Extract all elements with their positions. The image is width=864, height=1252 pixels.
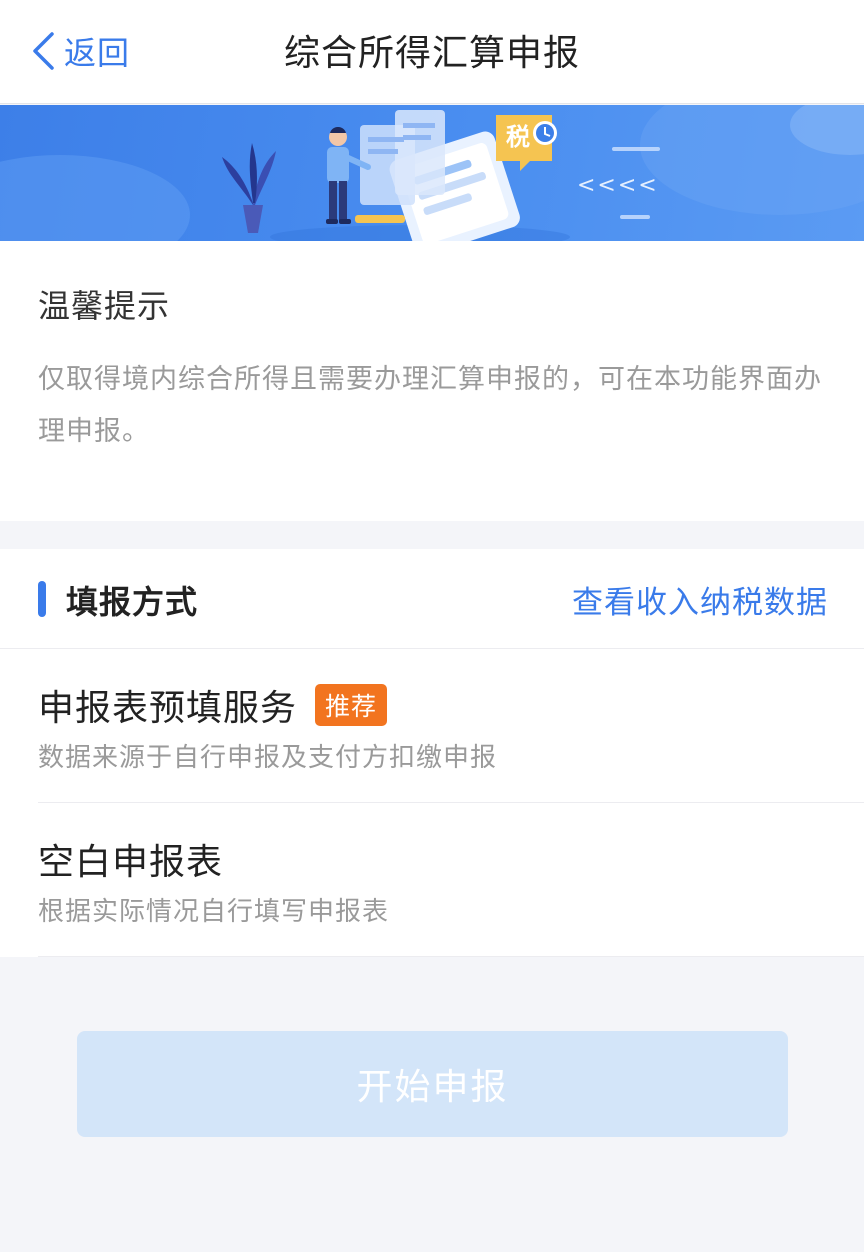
option-title: 空白申报表 <box>38 842 224 883</box>
recommend-badge: 推荐 <box>315 684 388 726</box>
section-header: 填报方式 查看收入纳税数据 <box>0 549 864 649</box>
page-title: 综合所得汇算申报 <box>283 33 580 74</box>
section-accent-bar <box>38 581 46 617</box>
tips-body: 仅取得境内综合所得且需要办理汇算申报的，可在本功能界面办理申报。 <box>38 364 822 447</box>
banner-arrows: <<<< <box>577 173 659 198</box>
start-filing-button[interactable]: 开始申报 <box>77 1031 788 1137</box>
banner-illustration: 税 <<<< <box>0 105 864 241</box>
nav-header: 返回 综合所得汇算申报 <box>0 0 864 104</box>
banner-image: 税 <<<< <box>0 105 864 241</box>
option-description: 根据实际情况自行填写申报表 <box>38 897 390 927</box>
option-prefilled-form[interactable]: 申报表预填服务 推荐 数据来源于自行申报及支付方扣缴申报 <box>38 649 864 803</box>
tax-badge-icon: 税 <box>496 115 557 171</box>
view-income-tax-data-link[interactable]: 查看收入纳税数据 <box>572 577 828 622</box>
section-title: 填报方式 <box>66 583 199 621</box>
option-description: 数据来源于自行申报及支付方扣缴申报 <box>38 743 498 773</box>
tax-badge-text: 税 <box>506 123 530 151</box>
plant-icon <box>222 143 276 233</box>
option-title: 申报表预填服务 <box>38 688 298 729</box>
option-blank-form[interactable]: 空白申报表 根据实际情况自行填写申报表 <box>38 803 864 957</box>
tips-title: 温馨提示 <box>38 287 171 325</box>
filing-method-section: 填报方式 查看收入纳税数据 申报表预填服务 推荐 数据来源于自行申报及支付方扣缴… <box>0 549 864 957</box>
